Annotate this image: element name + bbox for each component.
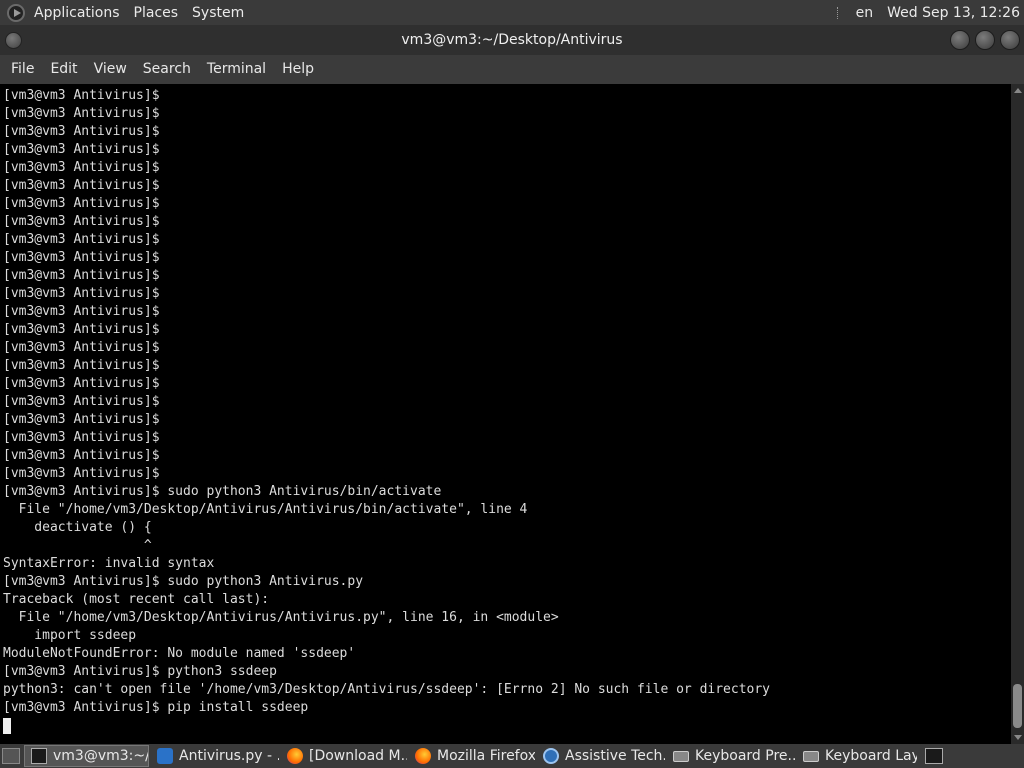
menu-edit[interactable]: Edit <box>42 55 85 84</box>
window-menu-button[interactable] <box>5 32 22 49</box>
terminal-output[interactable]: [vm3@vm3 Antivirus]$ [vm3@vm3 Antivirus]… <box>0 84 1011 744</box>
scroll-up-icon[interactable] <box>1014 88 1022 93</box>
terminal-line: deactivate () { <box>3 520 152 535</box>
accessibility-icon <box>543 748 559 764</box>
taskbar-item-download[interactable]: [Download M... <box>281 745 407 767</box>
terminal-line: [vm3@vm3 Antivirus]$ <box>3 142 160 157</box>
terminal-line: [vm3@vm3 Antivirus]$ sudo python3 Antivi… <box>3 574 364 589</box>
scrollbar-thumb[interactable] <box>1013 684 1022 728</box>
terminal-line: [vm3@vm3 Antivirus]$ sudo python3 Antivi… <box>3 484 442 499</box>
terminal-line: [vm3@vm3 Antivirus]$ <box>3 322 160 337</box>
taskbar: vm3@vm3:~/... Antivirus.py - ... [Downlo… <box>0 744 1024 768</box>
terminal-line: import ssdeep <box>3 628 137 643</box>
maximize-button[interactable] <box>975 30 995 50</box>
close-button[interactable] <box>1000 30 1020 50</box>
system-menu[interactable]: System <box>185 0 251 25</box>
clock[interactable]: Wed Sep 13, 12:26 <box>880 0 1024 25</box>
taskbar-item-vscode[interactable]: Antivirus.py - ... <box>151 745 279 767</box>
show-desktop-button[interactable] <box>2 748 20 764</box>
tray-terminal-icon[interactable] <box>925 748 943 764</box>
applications-menu[interactable]: Applications <box>27 0 127 25</box>
keyboard-icon <box>803 750 819 762</box>
minimize-button[interactable] <box>950 30 970 50</box>
taskbar-item-assistive-tech[interactable]: Assistive Tech... <box>537 745 665 767</box>
applications-menu-icon[interactable] <box>7 3 25 22</box>
terminal-line: [vm3@vm3 Antivirus]$ python3 ssdeep <box>3 664 277 679</box>
terminal-line: [vm3@vm3 Antivirus]$ <box>3 106 160 121</box>
menu-search[interactable]: Search <box>135 55 199 84</box>
terminal-line: [vm3@vm3 Antivirus]$ <box>3 124 160 139</box>
keyboard-icon <box>673 750 689 762</box>
terminal-scrollbar[interactable] <box>1011 84 1024 744</box>
taskbar-item-keyboard-layout[interactable]: Keyboard Lay... <box>797 745 917 767</box>
terminal-line: Traceback (most recent call last): <box>3 592 270 607</box>
terminal-line: [vm3@vm3 Antivirus]$ <box>3 232 160 247</box>
taskbar-item-label: Antivirus.py - ... <box>179 748 279 764</box>
terminal-line: [vm3@vm3 Antivirus]$ pip install ssdeep <box>3 700 309 715</box>
terminal-line: [vm3@vm3 Antivirus]$ <box>3 160 160 175</box>
terminal-line: [vm3@vm3 Antivirus]$ <box>3 304 160 319</box>
places-menu[interactable]: Places <box>127 0 186 25</box>
window-controls <box>950 30 1020 50</box>
taskbar-item-label: Mozilla Firefox <box>437 748 535 764</box>
taskbar-item-firefox[interactable]: Mozilla Firefox <box>409 745 535 767</box>
window-title: vm3@vm3:~/Desktop/Antivirus <box>401 32 623 48</box>
terminal-line: [vm3@vm3 Antivirus]$ <box>3 250 160 265</box>
panel-separator <box>836 6 839 19</box>
window-title-bar[interactable]: vm3@vm3:~/Desktop/Antivirus <box>0 25 1024 55</box>
terminal-input-line[interactable] <box>3 717 1011 735</box>
menu-help[interactable]: Help <box>274 55 322 84</box>
panel-tray: en Wed Sep 13, 12:26 <box>836 0 1024 25</box>
taskbar-item-label: vm3@vm3:~/... <box>53 748 148 764</box>
menu-bar: File Edit View Search Terminal Help <box>0 55 1024 84</box>
taskbar-item-terminal[interactable]: vm3@vm3:~/... <box>24 745 149 767</box>
terminal-line: [vm3@vm3 Antivirus]$ <box>3 214 160 229</box>
firefox-icon <box>287 748 303 764</box>
taskbar-item-label: Keyboard Pre... <box>695 748 795 764</box>
terminal-line: ^ <box>3 538 152 553</box>
terminal-line: [vm3@vm3 Antivirus]$ <box>3 178 160 193</box>
terminal-icon <box>31 748 47 764</box>
firefox-icon <box>415 748 431 764</box>
keyboard-language-indicator[interactable]: en <box>849 0 881 25</box>
terminal-line: ModuleNotFoundError: No module named 'ss… <box>3 646 356 661</box>
terminal-line: [vm3@vm3 Antivirus]$ <box>3 394 160 409</box>
terminal-line: [vm3@vm3 Antivirus]$ <box>3 88 160 103</box>
terminal-line: [vm3@vm3 Antivirus]$ <box>3 448 160 463</box>
taskbar-item-label: Keyboard Lay... <box>825 748 917 764</box>
taskbar-item-keyboard-preferences[interactable]: Keyboard Pre... <box>667 745 795 767</box>
terminal-line: [vm3@vm3 Antivirus]$ <box>3 412 160 427</box>
menu-file[interactable]: File <box>3 55 42 84</box>
text-cursor <box>3 717 11 734</box>
top-panel: Applications Places System en Wed Sep 13… <box>0 0 1024 25</box>
terminal-line: [vm3@vm3 Antivirus]$ <box>3 340 160 355</box>
taskbar-item-label: [Download M... <box>309 748 407 764</box>
terminal-line: SyntaxError: invalid syntax <box>3 556 215 571</box>
scroll-down-icon[interactable] <box>1014 735 1022 740</box>
terminal-line: [vm3@vm3 Antivirus]$ <box>3 196 160 211</box>
terminal-line: File "/home/vm3/Desktop/Antivirus/Antivi… <box>3 502 528 517</box>
menu-terminal[interactable]: Terminal <box>199 55 274 84</box>
taskbar-item-label: Assistive Tech... <box>565 748 665 764</box>
terminal-line: [vm3@vm3 Antivirus]$ <box>3 286 160 301</box>
terminal-line: [vm3@vm3 Antivirus]$ <box>3 358 160 373</box>
terminal-line: python3: can't open file '/home/vm3/Desk… <box>3 682 771 697</box>
terminal-line: [vm3@vm3 Antivirus]$ <box>3 430 160 445</box>
terminal-line: File "/home/vm3/Desktop/Antivirus/Antivi… <box>3 610 559 625</box>
terminal-line: [vm3@vm3 Antivirus]$ <box>3 376 160 391</box>
terminal-line: [vm3@vm3 Antivirus]$ <box>3 268 160 283</box>
vscode-icon <box>157 748 173 764</box>
menu-view[interactable]: View <box>86 55 135 84</box>
terminal-line: [vm3@vm3 Antivirus]$ <box>3 466 160 481</box>
